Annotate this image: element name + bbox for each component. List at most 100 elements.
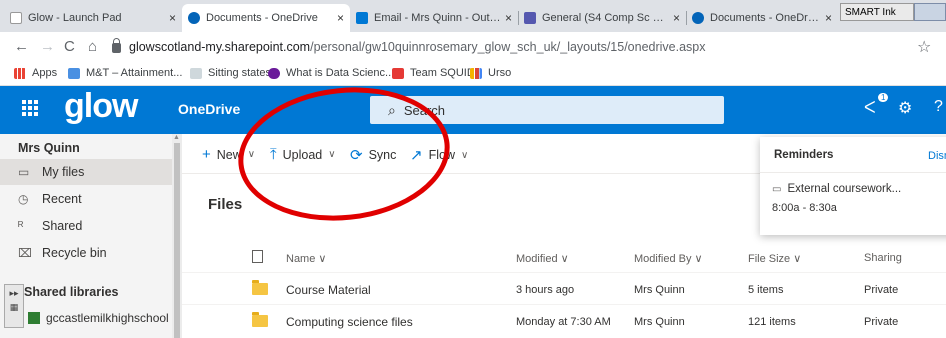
file-sharing: Private — [864, 284, 899, 296]
chevron-down-icon: ∨ — [328, 149, 336, 160]
gear-icon[interactable]: ⚙ — [898, 98, 912, 118]
window-minimize-button[interactable] — [914, 3, 946, 21]
app-launcher-waffle-icon[interactable] — [22, 100, 38, 116]
nav-item-site[interactable]: gccastlemilkhighschool — [28, 311, 169, 325]
dismiss-all-link[interactable]: Dism — [928, 150, 946, 162]
search-box[interactable]: ⌕ — [370, 96, 724, 124]
column-header-modified[interactable]: Modified ∨ — [516, 252, 569, 265]
nav-item-my-files[interactable]: ▭ My files — [0, 159, 172, 185]
bookmark-team-squid[interactable]: Team SQUID — [392, 67, 475, 79]
bookmark-label: M&T – Attainment... — [86, 67, 183, 79]
tab-title: Email - Mrs Quinn - Outlook — [374, 12, 501, 24]
flow-icon: ↗ — [410, 147, 423, 164]
nav-item-label: Recent — [42, 192, 82, 206]
tab-glow-launch-pad[interactable]: Glow - Launch Pad × — [4, 4, 182, 32]
column-header-file-size[interactable]: File Size ∨ — [748, 252, 801, 265]
upload-button[interactable]: ⤒ Upload ∨ — [270, 146, 336, 163]
megaphone-icon[interactable]: ᐸ — [864, 98, 876, 118]
help-icon[interactable]: ? — [934, 98, 943, 116]
new-button[interactable]: + New ∨ — [202, 146, 255, 163]
forward-arrow-icon[interactable]: → — [40, 38, 55, 55]
sync-icon: ⟳ — [350, 147, 363, 164]
smart-ink-toolbar[interactable]: SMART Ink — [840, 3, 914, 21]
page-title: Files — [208, 196, 243, 213]
bookmark-apps[interactable]: Apps — [14, 67, 57, 79]
bookmark-label: What is Data Scienc... — [286, 67, 395, 79]
file-size: 5 items — [748, 284, 784, 296]
file-type-icon[interactable] — [252, 250, 263, 263]
bookmark-attainment[interactable]: M&T – Attainment... — [68, 67, 182, 79]
reminders-panel: Reminders Dism ▭ External coursework... … — [760, 137, 946, 235]
reminder-event[interactable]: ▭ External coursework... — [772, 183, 901, 195]
reminders-divider — [760, 172, 946, 173]
keyboard-icon: ▦ — [9, 302, 19, 312]
bookmark-label: Apps — [32, 67, 58, 79]
column-modified-by-label: Modified By — [634, 253, 692, 265]
expand-arrows-icon: ▸▸ — [9, 288, 19, 298]
nav-item-label: Shared — [42, 219, 83, 233]
plus-icon: + — [202, 146, 211, 163]
bookmark-label: Urso — [488, 67, 512, 79]
column-header-name[interactable]: Name ∨ — [286, 252, 326, 265]
nav-scrollbar-thumb[interactable] — [174, 143, 180, 338]
nav-user-name: Mrs Quinn — [18, 141, 80, 155]
flow-label: Flow — [428, 148, 455, 162]
home-icon[interactable]: ⌂ — [88, 38, 97, 55]
shared-libraries-heading: Shared libraries — [24, 285, 119, 299]
tab-outlook-email[interactable]: Email - Mrs Quinn - Outlook × — [350, 4, 518, 32]
people-icon: ᴿ — [18, 219, 24, 233]
tab-title: Documents - OneDrive — [710, 12, 821, 24]
tab-documents-onedrive[interactable]: Documents - OneDrive × — [182, 4, 350, 32]
tab-close-icon[interactable]: × — [825, 11, 832, 25]
url-field[interactable]: glowscotland-my.sharepoint.com/personal/… — [112, 36, 912, 58]
bookmark-urso[interactable]: Urso — [470, 67, 511, 79]
file-name[interactable]: Computing science files — [286, 315, 413, 329]
reload-icon[interactable]: C — [64, 38, 75, 55]
tab-close-icon[interactable]: × — [505, 11, 512, 25]
file-modified-by: Mrs Quinn — [634, 284, 685, 296]
suite-bar: glow OneDrive ⌕ ᐸ 1 ⚙ ? — [0, 86, 946, 134]
nav-item-recycle-bin[interactable]: ⌧ Recycle bin — [0, 240, 172, 266]
page-icon — [68, 67, 80, 79]
table-row[interactable]: Computing science files Monday at 7:30 A… — [182, 304, 946, 338]
smart-floating-tools[interactable]: ▸▸ ▦ — [4, 284, 24, 328]
brand-icon — [268, 67, 280, 79]
file-size: 121 items — [748, 316, 796, 328]
table-row[interactable]: Course Material 3 hours ago Mrs Quinn 5 … — [182, 272, 946, 306]
glow-logo[interactable]: glow — [64, 89, 138, 123]
calendar-icon: ▭ — [772, 183, 782, 195]
sync-button[interactable]: ⟳ Sync — [350, 146, 396, 164]
left-navigation: Mrs Quinn ▭ My files ◷ Recent ᴿ Shared ⌧… — [0, 134, 172, 338]
lock-icon — [112, 38, 121, 53]
smart-ink-label: SMART Ink — [845, 6, 896, 18]
folder-icon — [252, 280, 268, 295]
reminders-title: Reminders — [774, 149, 834, 161]
file-name[interactable]: Course Material — [286, 283, 371, 297]
flow-button[interactable]: ↗ Flow ∨ — [410, 146, 468, 164]
file-list-header: Name ∨ Modified ∨ Modified By ∨ File Siz… — [182, 244, 946, 272]
reminder-event-title: External coursework... — [787, 183, 902, 195]
bars-icon — [470, 67, 482, 79]
bookmark-star-icon[interactable]: ☆ — [917, 37, 931, 57]
bookmark-sitting-states[interactable]: Sitting states — [190, 67, 271, 79]
back-arrow-icon[interactable]: ← — [14, 38, 29, 55]
nav-item-shared[interactable]: ᴿ Shared — [0, 213, 172, 239]
search-icon: ⌕ — [388, 101, 396, 118]
trash-icon: ⌧ — [18, 246, 32, 260]
tab-close-icon[interactable]: × — [673, 11, 680, 25]
notification-badge: 1 — [878, 93, 889, 102]
app-name[interactable]: OneDrive — [178, 101, 240, 117]
tab-documents-onedrive-2[interactable]: Documents - OneDrive × — [686, 4, 838, 32]
column-header-sharing[interactable]: Sharing — [864, 252, 902, 264]
column-file-size-label: File Size — [748, 253, 791, 265]
scroll-up-arrow-icon[interactable]: ▲ — [173, 134, 180, 141]
column-header-modified-by[interactable]: Modified By ∨ — [634, 252, 703, 265]
tab-close-icon[interactable]: × — [169, 11, 176, 25]
bookmark-data-science[interactable]: What is Data Scienc... — [268, 67, 394, 79]
nav-item-recent[interactable]: ◷ Recent — [0, 186, 172, 212]
chevron-down-icon: ∨ — [460, 149, 469, 161]
search-input[interactable] — [403, 102, 604, 118]
tab-close-icon[interactable]: × — [337, 11, 344, 25]
tab-teams-general[interactable]: General (S4 Comp Sc 2020) | × — [518, 4, 686, 32]
folder-outline-icon: ▭ — [18, 165, 30, 179]
